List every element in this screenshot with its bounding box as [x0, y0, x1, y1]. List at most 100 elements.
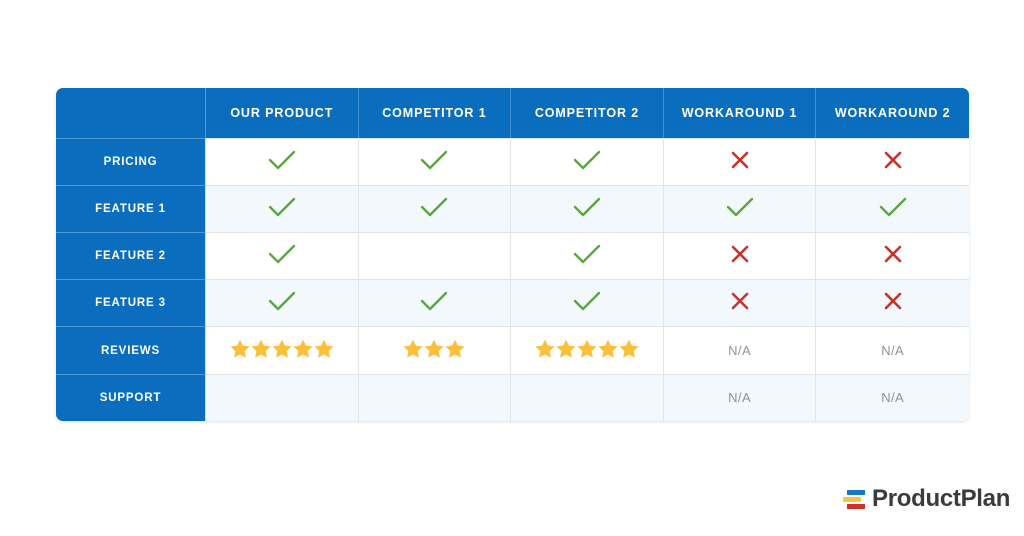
star-rating — [535, 339, 639, 358]
row-label-pricing: PRICING — [56, 138, 206, 185]
row-label-support: SUPPORT — [56, 374, 206, 421]
cross-icon — [883, 244, 903, 264]
matrix-body: PRICINGFEATURE 1FEATURE 2FEATURE 3REVIEW… — [56, 138, 969, 421]
column-header-competitor-1: COMPETITOR 1 — [359, 88, 512, 138]
table-row: FEATURE 1 — [56, 185, 969, 232]
cell-feature-2-workaround-1 — [664, 232, 817, 279]
cell-support-competitor-2 — [511, 374, 664, 421]
cell-feature-2-competitor-2 — [511, 232, 664, 279]
cell-text-value: N/A — [728, 343, 751, 358]
star-icon — [619, 339, 639, 358]
cell-reviews-competitor-1 — [359, 326, 512, 374]
cell-text-value: N/A — [728, 390, 751, 405]
cell-feature-3-competitor-1 — [359, 279, 512, 326]
cell-pricing-workaround-2 — [816, 138, 969, 185]
check-icon — [573, 149, 601, 171]
cell-pricing-competitor-1 — [359, 138, 512, 185]
cell-support-our-product — [206, 374, 359, 421]
star-icon — [230, 339, 250, 358]
star-icon — [445, 339, 465, 358]
check-icon — [573, 243, 601, 265]
table-row: FEATURE 2 — [56, 232, 969, 279]
table-row: FEATURE 3 — [56, 279, 969, 326]
cell-feature-2-workaround-2 — [816, 232, 969, 279]
cell-text-value: N/A — [881, 343, 904, 358]
page-canvas: OUR PRODUCT COMPETITOR 1 COMPETITOR 2 WO… — [0, 0, 1024, 536]
header-corner-cell — [56, 88, 206, 138]
cell-empty — [207, 398, 357, 399]
star-icon — [556, 339, 576, 358]
productplan-logo: ProductPlan — [843, 487, 1010, 511]
check-icon — [420, 149, 448, 171]
check-icon — [268, 290, 296, 312]
check-icon — [268, 243, 296, 265]
cell-feature-1-workaround-2 — [816, 185, 969, 232]
productplan-logo-text: ProductPlan — [872, 487, 1010, 511]
check-icon — [420, 196, 448, 218]
column-header-competitor-2: COMPETITOR 2 — [511, 88, 664, 138]
header-row: OUR PRODUCT COMPETITOR 1 COMPETITOR 2 WO… — [56, 88, 969, 138]
star-icon — [272, 339, 292, 358]
column-header-our-product: OUR PRODUCT — [206, 88, 359, 138]
cell-support-workaround-2: N/A — [816, 374, 969, 421]
cell-empty — [360, 398, 510, 399]
matrix-header: OUR PRODUCT COMPETITOR 1 COMPETITOR 2 WO… — [56, 88, 969, 138]
cell-feature-3-workaround-1 — [664, 279, 817, 326]
check-icon — [268, 149, 296, 171]
cell-reviews-workaround-2: N/A — [816, 326, 969, 374]
cell-empty — [360, 256, 510, 257]
cross-icon — [730, 244, 750, 264]
table-row: SUPPORT N/A N/A — [56, 374, 969, 421]
logo-bar-bottom-icon — [847, 504, 865, 509]
cell-text-value: N/A — [881, 390, 904, 405]
star-icon — [293, 339, 313, 358]
cell-feature-1-competitor-2 — [511, 185, 664, 232]
row-label-feature-3: FEATURE 3 — [56, 279, 206, 326]
row-label-feature-1: FEATURE 1 — [56, 185, 206, 232]
cell-feature-2-our-product — [206, 232, 359, 279]
star-rating — [230, 339, 334, 358]
star-rating — [403, 339, 465, 358]
cross-icon — [883, 291, 903, 311]
cell-support-workaround-1: N/A — [664, 374, 817, 421]
check-icon — [268, 196, 296, 218]
cell-feature-3-workaround-2 — [816, 279, 969, 326]
cell-feature-1-workaround-1 — [664, 185, 817, 232]
star-icon — [598, 339, 618, 358]
star-icon — [314, 339, 334, 358]
cell-reviews-our-product — [206, 326, 359, 374]
check-icon — [879, 196, 907, 218]
comparison-matrix: OUR PRODUCT COMPETITOR 1 COMPETITOR 2 WO… — [56, 88, 969, 421]
logo-bar-middle-icon — [843, 497, 861, 502]
cross-icon — [883, 150, 903, 170]
cell-pricing-workaround-1 — [664, 138, 817, 185]
cross-icon — [730, 291, 750, 311]
column-header-workaround-1: WORKAROUND 1 — [664, 88, 817, 138]
row-label-reviews: REVIEWS — [56, 326, 206, 374]
star-icon — [403, 339, 423, 358]
column-header-workaround-2: WORKAROUND 2 — [816, 88, 969, 138]
cell-pricing-our-product — [206, 138, 359, 185]
logo-bar-top-icon — [847, 490, 865, 495]
table-row: PRICING — [56, 138, 969, 185]
star-icon — [535, 339, 555, 358]
productplan-logo-mark-icon — [843, 487, 865, 511]
cell-feature-1-competitor-1 — [359, 185, 512, 232]
cell-feature-2-competitor-1 — [359, 232, 512, 279]
cell-feature-3-competitor-2 — [511, 279, 664, 326]
check-icon — [573, 196, 601, 218]
check-icon — [573, 290, 601, 312]
check-icon — [726, 196, 754, 218]
star-icon — [577, 339, 597, 358]
row-label-feature-2: FEATURE 2 — [56, 232, 206, 279]
cell-pricing-competitor-2 — [511, 138, 664, 185]
cross-icon — [730, 150, 750, 170]
star-icon — [424, 339, 444, 358]
cell-feature-3-our-product — [206, 279, 359, 326]
cell-empty — [512, 398, 662, 399]
check-icon — [420, 290, 448, 312]
cell-support-competitor-1 — [359, 374, 512, 421]
cell-feature-1-our-product — [206, 185, 359, 232]
table-row: REVIEWS N/A N/A — [56, 326, 969, 374]
cell-reviews-competitor-2 — [511, 326, 664, 374]
